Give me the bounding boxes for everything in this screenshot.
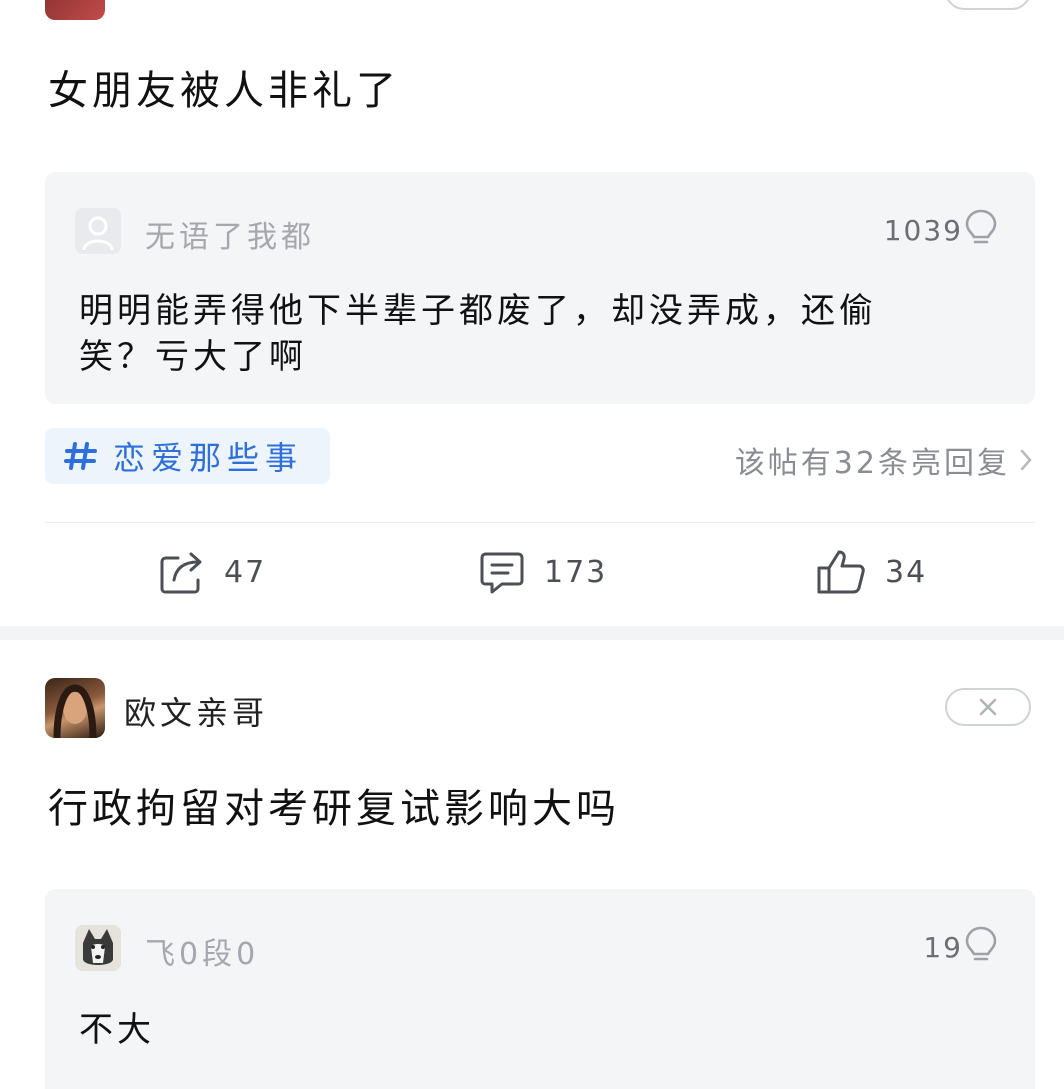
- dismiss-button[interactable]: [945, 0, 1031, 10]
- thumbs-up-icon: [817, 550, 865, 594]
- top-reply[interactable]: 无语了我都 1039 明明能弄得他下半辈子都废了，却没弄成，还偷 笑？亏大了啊: [45, 172, 1035, 404]
- reply-avatar[interactable]: [75, 925, 121, 971]
- reply-content: 不大: [79, 1010, 155, 1050]
- post-card[interactable]: 欧文亲哥 行政拘留对考研复试影响大吗 飞0段0 19 不大: [0, 640, 1064, 1089]
- like-button[interactable]: 34: [815, 548, 927, 596]
- comment-button[interactable]: 173: [478, 548, 607, 596]
- author-avatar[interactable]: [45, 0, 105, 20]
- hot-replies-label: 该帖有32条亮回复: [734, 446, 1010, 481]
- reply-avatar[interactable]: [75, 208, 121, 254]
- like-count: 34: [885, 554, 928, 590]
- lightbulb-icon[interactable]: [963, 925, 999, 965]
- section-separator: [0, 626, 1064, 640]
- default-user-icon: [82, 216, 114, 251]
- hashtag-icon: [64, 442, 97, 470]
- chevron-right-icon: [1020, 449, 1032, 471]
- share-count: 47: [224, 554, 267, 590]
- dismiss-button[interactable]: [945, 688, 1031, 726]
- reply-like-count: 19: [923, 931, 963, 964]
- avatar-photo: [83, 929, 113, 965]
- comment-count: 173: [544, 554, 608, 590]
- post-title[interactable]: 女朋友被人非礼了: [48, 58, 400, 116]
- avatar-photo: [53, 684, 97, 738]
- lightbulb-icon[interactable]: [963, 208, 999, 248]
- comment-icon: [480, 552, 524, 594]
- topic-tag[interactable]: 恋爱那些事: [45, 428, 330, 484]
- reply-like-count: 1039: [883, 214, 963, 247]
- reply-content-line: 笑？亏大了啊: [79, 337, 307, 377]
- author-avatar[interactable]: [45, 678, 105, 738]
- post-title[interactable]: 行政拘留对考研复试影响大吗: [48, 776, 620, 834]
- share-button[interactable]: 47: [158, 548, 266, 596]
- divider: [45, 522, 1035, 523]
- reply-content-line: 明明能弄得他下半辈子都废了，却没弄成，还偷: [79, 291, 877, 331]
- reply-content: 明明能弄得他下半辈子都废了，却没弄成，还偷 笑？亏大了啊: [79, 288, 877, 380]
- share-icon: [160, 552, 202, 594]
- author-username[interactable]: 欧文亲哥: [124, 688, 268, 734]
- post-card[interactable]: 女朋友被人非礼了 无语了我都 1039 明明能弄得他下半辈子都废了，却没弄成，还…: [0, 0, 1064, 626]
- topic-tag-label: 恋爱那些事: [113, 439, 304, 477]
- reply-username[interactable]: 飞0段0: [145, 929, 259, 973]
- reply-username[interactable]: 无语了我都: [145, 212, 315, 256]
- hot-replies-link[interactable]: 该帖有32条亮回复: [735, 438, 1036, 482]
- top-reply[interactable]: 飞0段0 19 不大: [45, 889, 1035, 1089]
- close-icon: [979, 698, 997, 716]
